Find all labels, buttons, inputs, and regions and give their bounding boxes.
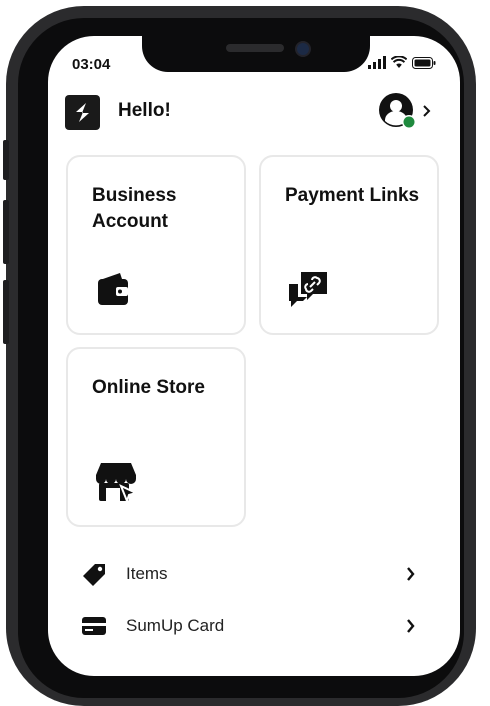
status-time: 03:04 [72,56,111,73]
front-camera [295,41,311,57]
wallet-icon [98,273,128,305]
signal-icon [368,56,386,69]
chevron-right-icon [407,619,415,633]
list-item-label: SumUp Card [126,616,225,635]
card-icon [82,617,106,635]
status-icons [368,56,436,69]
phone-side-button [3,280,9,344]
wifi-icon [391,56,407,68]
chevron-right-icon [423,105,431,117]
tile-title: Payment Links [285,185,420,206]
tile-title: Online Store [92,377,205,398]
greeting-title: Hello! [118,100,171,121]
tag-icon [83,564,105,586]
phone-side-button [3,140,9,180]
tile-online-store[interactable]: Online Store [66,347,246,527]
tile-business-account[interactable]: Business Account [66,155,246,335]
storefront-icon [96,463,138,503]
list-item-items[interactable]: Items [65,553,425,593]
profile-button[interactable] [378,92,438,132]
sumup-logo-icon [76,103,89,122]
phone-side-button [3,200,9,264]
tile-title: Business Account [92,185,177,232]
chevron-right-icon [407,567,415,581]
tile-payment-links[interactable]: Payment Links [259,155,439,335]
user-avatar-icon [379,93,416,129]
payment-link-chat-icon [289,272,327,307]
list-item-sumup-card[interactable]: SumUp Card [65,605,425,645]
list-item-label: Items [126,564,168,583]
battery-icon [412,57,436,69]
speaker-grille [226,44,284,52]
sumup-logo [65,95,100,130]
